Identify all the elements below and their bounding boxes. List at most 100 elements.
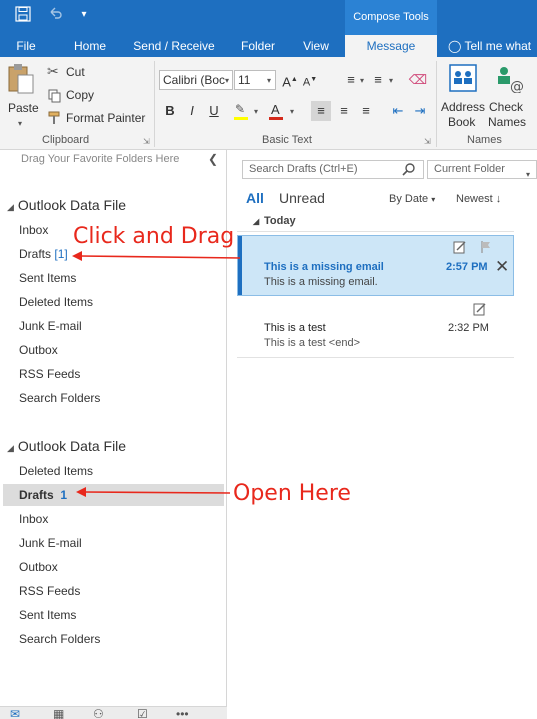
check-names-button[interactable]: @ Check Names [488, 61, 530, 131]
address-book-line2: Book [448, 115, 476, 129]
folder-sent-items-1[interactable]: Sent Items [19, 271, 76, 285]
delete-icon[interactable]: ✕ [495, 257, 509, 277]
folder-deleted-items-2[interactable]: Deleted Items [19, 464, 93, 478]
cut-button[interactable]: ✂ Cut [45, 63, 145, 83]
cut-label: Cut [66, 65, 85, 79]
tab-home[interactable]: Home [62, 35, 118, 57]
underline-button[interactable]: U [204, 101, 224, 121]
customize-qat-icon[interactable]: ▾ [75, 6, 93, 24]
collapse-triangle-icon: ◢ [7, 443, 14, 453]
tab-message[interactable]: Message [345, 35, 437, 57]
message-item-selected[interactable]: This is a missing email 2:57 PM ✕ This i… [237, 235, 514, 296]
data-file-header-2[interactable]: ◢ Outlook Data File [7, 438, 126, 454]
people-icon[interactable]: ⚇ [93, 707, 104, 719]
message-subject: This is a test [264, 322, 326, 334]
tab-view[interactable]: View [292, 35, 340, 57]
folder-deleted-items-1[interactable]: Deleted Items [19, 295, 93, 309]
folder-label: Drafts [19, 488, 54, 502]
search-input[interactable]: Search Drafts (Ctrl+E) [242, 160, 424, 179]
shrink-font-button[interactable]: A▼ [300, 70, 320, 90]
align-left-icon[interactable]: ≡ [311, 101, 331, 121]
paste-label: Paste [8, 101, 39, 115]
address-book-line1: Address [441, 100, 486, 114]
folder-search-1[interactable]: Search Folders [19, 391, 100, 405]
folder-junk-2[interactable]: Junk E-mail [19, 536, 82, 550]
sort-order-toggle[interactable]: Newest ↓ [456, 193, 501, 205]
folder-sent-items-2[interactable]: Sent Items [19, 608, 76, 622]
folder-rss-2[interactable]: RSS Feeds [19, 584, 80, 598]
search-scope-value: Current Folder [434, 163, 505, 175]
unread-count: 1 [60, 488, 68, 502]
clipboard-launcher-icon[interactable]: ⇲ [143, 137, 150, 146]
save-icon[interactable] [14, 6, 32, 24]
folder-inbox-2[interactable]: Inbox [19, 512, 48, 526]
folder-label: Junk E-mail [19, 319, 82, 333]
bullets-dropdown-icon: ▾ [360, 76, 365, 85]
flag-icon[interactable] [479, 240, 493, 254]
folder-label: Deleted Items [19, 295, 94, 309]
font-name-dropdown-icon: ▾ [225, 76, 230, 85]
paste-button[interactable]: Paste ▾ [4, 61, 39, 131]
folder-outbox-2[interactable]: Outbox [19, 560, 58, 574]
collapse-triangle-icon: ◢ [253, 217, 260, 226]
filter-all[interactable]: All [246, 190, 264, 206]
folder-drafts-2[interactable]: Drafts 1 [19, 488, 67, 502]
highlight-button[interactable]: ✎ ▾ [232, 101, 262, 121]
folder-label: Inbox [19, 223, 49, 237]
tab-send-receive[interactable]: Send / Receive [126, 35, 222, 57]
align-right-icon[interactable]: ≡ [356, 101, 376, 121]
scissors-icon: ✂ [47, 63, 59, 79]
tab-folder[interactable]: Folder [232, 35, 284, 57]
tell-me-box[interactable]: ◯ Tell me what [448, 35, 537, 57]
group-header-today[interactable]: ◢ Today [237, 212, 514, 232]
sort-by-select[interactable]: By Date ▾ [389, 193, 435, 205]
more-icon[interactable]: ••• [176, 707, 189, 719]
annotation-open-here: Open Here [233, 481, 351, 506]
search-scope-select[interactable]: Current Folder ▾ [427, 160, 537, 179]
clear-formatting-icon[interactable]: ⌫ [408, 70, 428, 90]
group-divider [436, 61, 437, 147]
copy-button[interactable]: Copy [45, 86, 145, 106]
italic-button[interactable]: I [182, 101, 202, 121]
address-book-button[interactable]: Address Book [440, 61, 486, 131]
bullets-icon[interactable]: ≡ [341, 70, 361, 90]
folder-drafts-1[interactable]: Drafts [1] [19, 247, 68, 261]
paste-icon [8, 64, 34, 94]
data-file-header-1[interactable]: ◢ Outlook Data File [7, 197, 126, 213]
names-group-label: Names [467, 134, 502, 146]
numbering-icon[interactable]: ≡ [368, 70, 388, 90]
collapse-pane-icon[interactable]: ❮ [208, 152, 218, 166]
numbering-dropdown-icon: ▾ [389, 76, 394, 85]
format-painter-button[interactable]: Format Painter [45, 109, 155, 129]
folder-junk-1[interactable]: Junk E-mail [19, 319, 82, 333]
copy-label: Copy [66, 88, 95, 102]
align-center-icon[interactable]: ≡ [334, 101, 354, 121]
message-item[interactable]: This is a test 2:32 PM This is a test <e… [237, 297, 514, 358]
font-color-button[interactable]: A ▾ [266, 101, 298, 121]
sort-order-label: Newest [456, 193, 493, 205]
decrease-indent-icon[interactable]: ⇤ [388, 101, 408, 121]
folder-outbox-1[interactable]: Outbox [19, 343, 58, 357]
basic-text-launcher-icon[interactable]: ⇲ [424, 137, 431, 146]
tasks-icon[interactable]: ☑ [137, 707, 148, 719]
calendar-icon[interactable]: ▦ [53, 707, 64, 719]
increase-indent-icon[interactable]: ⇥ [410, 101, 430, 121]
bold-button[interactable]: B [160, 101, 180, 121]
selection-bar [238, 236, 242, 295]
grow-font-button[interactable]: A▲ [280, 70, 300, 90]
folder-label: Outbox [19, 343, 58, 357]
check-names-line2: Names [488, 115, 527, 129]
folder-label: Search Folders [19, 391, 101, 405]
undo-icon[interactable] [46, 6, 64, 24]
font-name-select[interactable]: Calibri (Boc [159, 70, 233, 90]
favorites-drop-zone[interactable]: Drag Your Favorite Folders Here [21, 153, 179, 165]
folder-rss-1[interactable]: RSS Feeds [19, 367, 80, 381]
folder-inbox-1[interactable]: Inbox [19, 223, 48, 237]
folder-search-2[interactable]: Search Folders [19, 632, 100, 646]
filter-unread[interactable]: Unread [279, 190, 325, 206]
title-bar: ▾ Compose Tools [0, 0, 537, 35]
mail-icon[interactable]: ✉ [10, 707, 20, 719]
scope-dropdown-icon: ▾ [525, 170, 530, 179]
search-icon[interactable] [400, 160, 420, 179]
tab-file[interactable]: File [4, 35, 48, 57]
